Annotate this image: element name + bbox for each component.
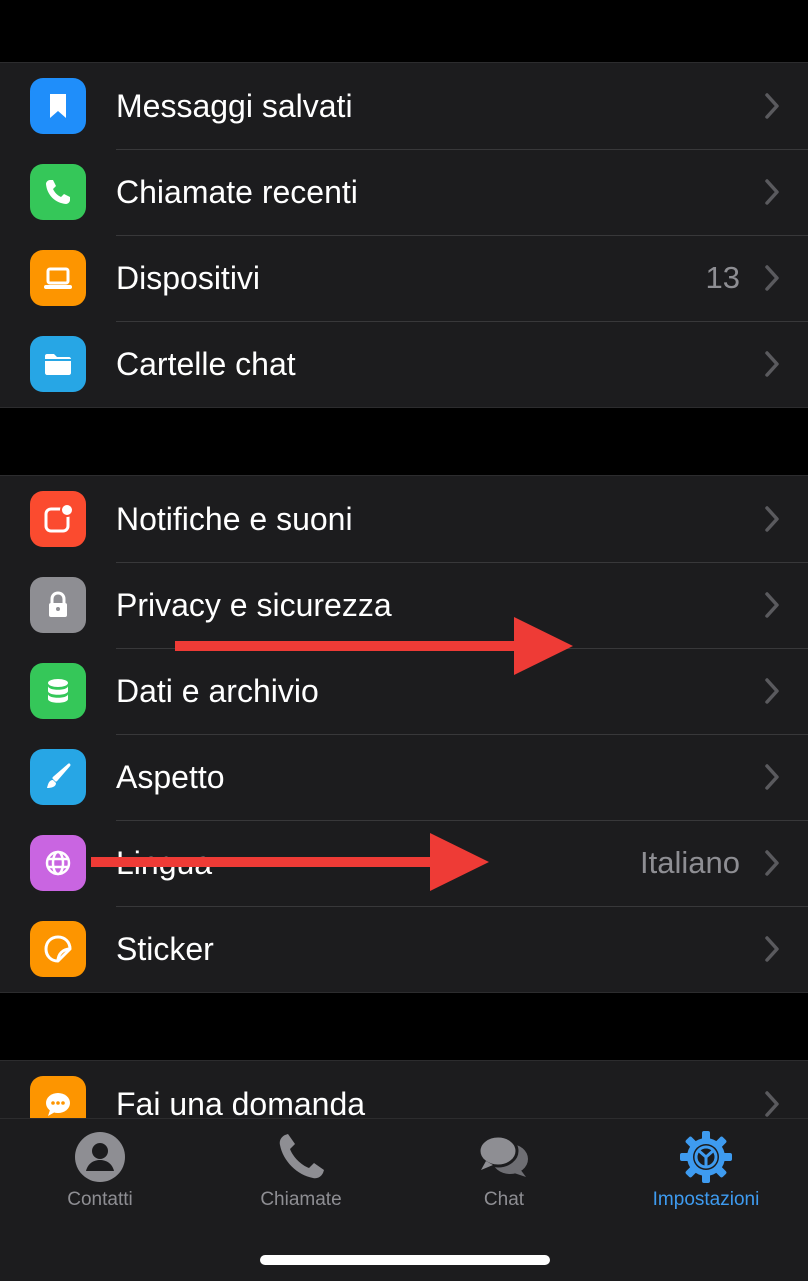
sticker-icon bbox=[30, 921, 86, 977]
row-label: Cartelle chat bbox=[116, 345, 296, 382]
chat-bubbles-icon bbox=[477, 1134, 528, 1177]
row-label: Notifiche e suoni bbox=[116, 500, 353, 537]
chevron-right-icon bbox=[765, 1091, 779, 1117]
tab-label: Contatti bbox=[67, 1189, 133, 1210]
row-privacy[interactable]: Privacy e sicurezza bbox=[0, 562, 808, 648]
lock-icon bbox=[30, 577, 86, 633]
settings-group-3: Fai una domanda bbox=[0, 1060, 808, 1120]
language-value: Italiano bbox=[640, 845, 740, 880]
chevron-right-icon bbox=[765, 179, 779, 205]
row-data-storage[interactable]: Dati e archivio bbox=[0, 648, 808, 734]
tab-contacts[interactable]: Contatti bbox=[0, 1129, 200, 1211]
row-recent-calls[interactable]: Chiamate recenti bbox=[0, 149, 808, 235]
gear-icon bbox=[680, 1131, 732, 1183]
row-label: Lingua bbox=[116, 844, 213, 881]
globe-icon bbox=[30, 835, 86, 891]
row-label: Fai una domanda bbox=[116, 1085, 366, 1120]
bookmark-icon bbox=[30, 78, 86, 134]
chevron-right-icon bbox=[765, 592, 779, 618]
row-saved-messages[interactable]: Messaggi salvati bbox=[0, 63, 808, 149]
chevron-right-icon bbox=[765, 506, 779, 532]
row-label: Dati e archivio bbox=[116, 672, 319, 709]
tab-settings[interactable]: Impostazioni bbox=[606, 1129, 806, 1211]
brush-icon bbox=[30, 749, 86, 805]
chevron-right-icon bbox=[765, 936, 779, 962]
phone-icon bbox=[279, 1134, 324, 1179]
phone-icon bbox=[30, 164, 86, 220]
row-ask-question[interactable]: Fai una domanda bbox=[0, 1061, 808, 1120]
chevron-right-icon bbox=[765, 678, 779, 704]
chevron-right-icon bbox=[765, 764, 779, 790]
database-icon bbox=[30, 663, 86, 719]
row-label: Dispositivi bbox=[116, 259, 261, 296]
row-label: Chiamate recenti bbox=[116, 173, 358, 210]
row-notifications[interactable]: Notifiche e suoni bbox=[0, 476, 808, 562]
tab-label: Impostazioni bbox=[652, 1189, 760, 1210]
settings-group-1: Messaggi salvati Chiamate recenti Dispos… bbox=[0, 62, 808, 408]
person-icon bbox=[75, 1132, 125, 1182]
chevron-right-icon bbox=[765, 93, 779, 119]
chat-bubble-icon bbox=[30, 1076, 86, 1119]
tab-label: Chat bbox=[483, 1189, 525, 1210]
row-label: Messaggi salvati bbox=[116, 87, 353, 124]
row-label: Privacy e sicurezza bbox=[116, 586, 392, 623]
row-label: Sticker bbox=[116, 930, 214, 967]
tab-label: Chiamate bbox=[260, 1189, 342, 1210]
tab-calls[interactable]: Chiamate bbox=[201, 1129, 401, 1211]
chevron-right-icon bbox=[765, 265, 779, 291]
row-stickers[interactable]: Sticker bbox=[0, 906, 808, 992]
notification-icon bbox=[30, 491, 86, 547]
devices-count: 13 bbox=[705, 260, 740, 295]
settings-group-2: Notifiche e suoni Privacy e sicurezza Da… bbox=[0, 475, 808, 993]
tab-chat[interactable]: Chat bbox=[404, 1129, 604, 1211]
row-devices[interactable]: Dispositivi 13 bbox=[0, 235, 808, 321]
folder-icon bbox=[30, 336, 86, 392]
row-chat-folders[interactable]: Cartelle chat bbox=[0, 321, 808, 407]
row-language[interactable]: Lingua Italiano bbox=[0, 820, 808, 906]
row-label: Aspetto bbox=[116, 758, 225, 795]
row-appearance[interactable]: Aspetto bbox=[0, 734, 808, 820]
chevron-right-icon bbox=[765, 850, 779, 876]
chevron-right-icon bbox=[765, 351, 779, 377]
home-indicator[interactable] bbox=[260, 1255, 550, 1265]
laptop-icon bbox=[30, 250, 86, 306]
